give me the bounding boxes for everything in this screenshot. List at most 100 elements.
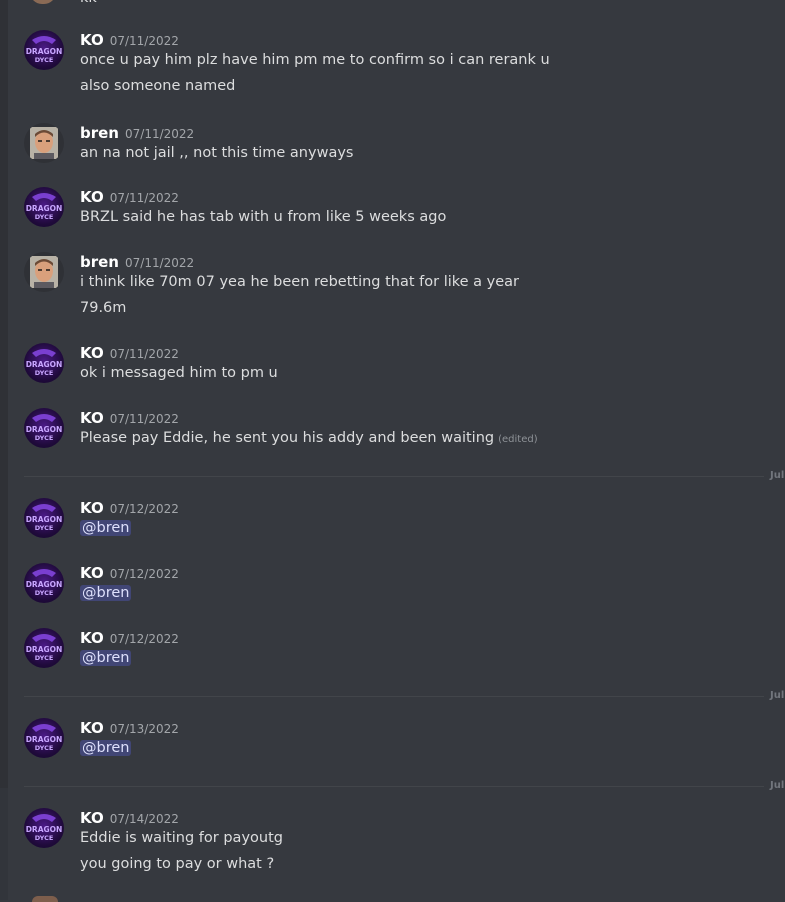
svg-text:DYCE: DYCE [35, 744, 54, 752]
avatar-fragment-bottom [32, 896, 58, 902]
author-name[interactable]: KO [80, 31, 104, 49]
dragon-logo-icon: DRAGON DYCE [26, 414, 62, 442]
author-name[interactable]: KO [80, 719, 104, 737]
timestamp[interactable]: 07/12/2022 [110, 502, 179, 516]
timestamp[interactable]: 07/11/2022 [110, 191, 179, 205]
dragon-logo-icon: DRAGON DYCE [26, 724, 63, 752]
message-text: @bren [80, 520, 132, 536]
chat-message: DRAGON DYCE KO 07/11/2022 Please pay Eddi… [24, 408, 785, 448]
avatar[interactable]: DRAGON DYCE [24, 808, 64, 848]
chat-message: bren 07/11/2022 i think like 70m 07 yea h… [24, 252, 785, 322]
user-mention[interactable]: @bren [80, 585, 132, 601]
dragon-logo-icon: DRAGON DYCE [26, 36, 63, 64]
timestamp[interactable]: 07/11/2022 [110, 34, 179, 48]
author-name[interactable]: KO [80, 344, 104, 362]
message-text: you going to pay or what ? [80, 856, 275, 872]
author-name[interactable]: KO [80, 188, 104, 206]
date-divider [24, 696, 764, 697]
user-mention[interactable]: @bren [80, 650, 132, 666]
message-text: ok i messaged him to pm u [80, 365, 278, 381]
timestamp[interactable]: 07/11/2022 [125, 256, 194, 270]
svg-text:DYCE: DYCE [35, 213, 54, 221]
timestamp[interactable]: 07/11/2022 [125, 127, 194, 141]
user-mention[interactable]: @bren [80, 520, 132, 536]
message-text: also someone named [80, 78, 236, 94]
message-header: KO 07/11/2022 [80, 30, 179, 49]
author-name[interactable]: bren [80, 253, 119, 271]
timestamp[interactable]: 07/12/2022 [110, 567, 179, 581]
avatar[interactable]: DRAGON DYCE [24, 718, 64, 758]
left-sidebar-edge [0, 0, 8, 900]
svg-text:DYCE: DYCE [35, 589, 54, 597]
chat-message: DRAGON DYCE KO 07/14/2022 Eddie is waitin… [24, 808, 785, 878]
avatar[interactable]: DRAGON DYCE [24, 498, 64, 538]
dragon-logo-icon: DRAGON DYCE [26, 193, 63, 221]
svg-text:DYCE: DYCE [35, 834, 54, 842]
chat-message: DRAGON DYCE KO 07/11/2022 ok i messaged h… [24, 343, 785, 383]
timestamp[interactable]: 07/14/2022 [110, 812, 179, 826]
svg-text:DRAGON: DRAGON [26, 580, 63, 589]
chat-message: DRAGON DYCE KO 07/12/2022 @bren [24, 498, 785, 538]
message-header: KO 07/12/2022 [80, 563, 179, 582]
avatar[interactable]: DRAGON DYCE [24, 30, 64, 70]
date-divider-label: Jul [770, 470, 785, 481]
message-header: KO 07/11/2022 [80, 187, 179, 206]
svg-text:DYCE: DYCE [35, 654, 54, 662]
left-sidebar-edge-lower [0, 788, 8, 900]
message-header: KO 07/11/2022 [80, 343, 179, 362]
svg-text:DRAGON: DRAGON [26, 645, 63, 654]
avatar[interactable] [24, 252, 64, 292]
avatar[interactable]: DRAGON DYCE [24, 628, 64, 668]
svg-text:DRAGON: DRAGON [26, 47, 63, 56]
avatar[interactable]: DRAGON DYCE [24, 343, 64, 383]
dragon-logo-icon: DRAGON DYCE [26, 634, 63, 662]
message-text: @bren [80, 650, 132, 666]
svg-text:DYCE: DYCE [35, 56, 54, 64]
author-name[interactable]: KO [80, 809, 104, 827]
author-name[interactable]: KO [80, 629, 104, 647]
avatar[interactable]: DRAGON DYCE [24, 563, 64, 603]
svg-text:DRAGON: DRAGON [26, 360, 63, 369]
chat-message: DRAGON DYCE KO 07/12/2022 @bren [24, 628, 785, 668]
avatar[interactable] [24, 123, 64, 163]
message-text: @bren [80, 740, 132, 756]
date-divider-label: Jul [770, 690, 785, 701]
dragon-logo-icon: DRAGON DYCE [26, 504, 63, 532]
avatar[interactable]: DRAGON DYCE [24, 187, 64, 227]
chat-message: DRAGON DYCE KO 07/13/2022 @bren [24, 718, 785, 758]
message-text: once u pay him plz have him pm me to con… [80, 52, 550, 68]
chat-message: DRAGON DYCE KO 07/11/2022 once u pay him … [24, 30, 785, 100]
timestamp[interactable]: 07/12/2022 [110, 632, 179, 646]
avatar-fragment-top [30, 0, 56, 4]
message-header: KO 07/12/2022 [80, 628, 179, 647]
svg-text:DRAGON: DRAGON [26, 204, 63, 213]
timestamp[interactable]: 07/11/2022 [110, 412, 179, 426]
message-header: KO 07/14/2022 [80, 808, 179, 827]
timestamp[interactable]: 07/13/2022 [110, 722, 179, 736]
timestamp[interactable]: 07/11/2022 [110, 347, 179, 361]
author-name[interactable]: KO [80, 564, 104, 582]
message-header: KO 07/12/2022 [80, 498, 179, 517]
message-text: Eddie is waiting for payoutg [80, 830, 283, 846]
message-fragment-top: kk [80, 0, 97, 6]
dragon-logo-icon: DRAGON DYCE [26, 814, 63, 842]
svg-text:DRAGON: DRAGON [26, 735, 63, 744]
chat-message: bren 07/11/2022 an na not jail ,, not thi… [24, 123, 785, 163]
date-divider [24, 476, 764, 477]
svg-text:DRAGON: DRAGON [26, 515, 63, 524]
svg-text:DRAGON: DRAGON [26, 825, 63, 834]
author-name[interactable]: KO [80, 409, 104, 427]
message-text: 79.6m [80, 300, 127, 316]
message-text: i think like 70m 07 yea he been rebettin… [80, 274, 520, 290]
message-header: KO 07/13/2022 [80, 718, 179, 737]
message-text: Please pay Eddie, he sent you his addy a… [80, 430, 538, 446]
message-text: BRZL said he has tab with u from like 5 … [80, 209, 447, 225]
user-photo-icon [30, 127, 58, 159]
avatar[interactable]: DRAGON DYCE [24, 408, 64, 448]
author-name[interactable]: KO [80, 499, 104, 517]
user-photo-icon [30, 256, 58, 288]
svg-text:DYCE: DYCE [35, 369, 54, 377]
author-name[interactable]: bren [80, 124, 119, 142]
user-mention[interactable]: @bren [80, 740, 132, 756]
date-divider [24, 786, 764, 787]
